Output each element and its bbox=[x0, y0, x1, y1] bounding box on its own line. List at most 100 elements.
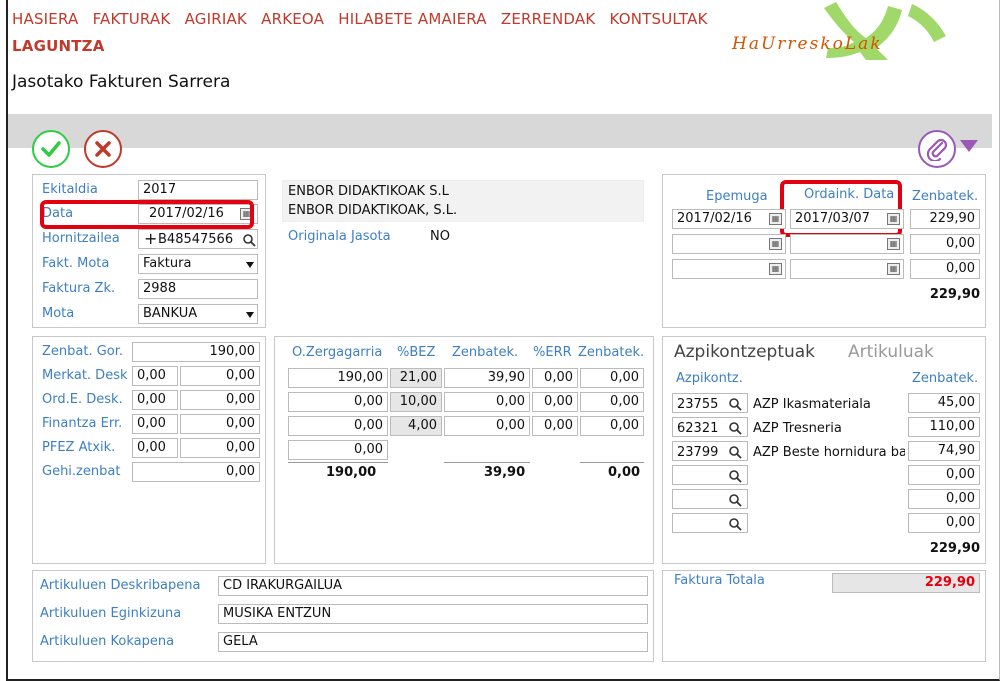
calendar-icon[interactable]: ▦ bbox=[769, 238, 782, 250]
menu-hasiera[interactable]: HASIERA bbox=[12, 10, 78, 28]
search-icon[interactable] bbox=[728, 397, 742, 411]
hornitzailea-value[interactable]: B48547566 bbox=[158, 232, 238, 247]
zenbatek-header: Zenbatek. bbox=[912, 371, 979, 386]
merkat-desk-pct[interactable]: 0,00 bbox=[132, 366, 178, 386]
artikuluen-kokapena-input[interactable]: GELA bbox=[218, 632, 648, 652]
ekitaldia-label: Ekitaldia bbox=[42, 182, 98, 197]
vat-base-4[interactable]: 0,00 bbox=[288, 440, 388, 460]
subconcept-amount[interactable]: 110,00 bbox=[908, 417, 980, 437]
vat-err-2[interactable]: 0,00 bbox=[532, 392, 578, 412]
pfez-atxik-pct[interactable]: 0,00 bbox=[132, 438, 178, 458]
ekitaldia-input[interactable]: 2017 bbox=[138, 180, 258, 200]
menu-laguntza[interactable]: LAGUNTZA bbox=[12, 37, 105, 55]
attach-button[interactable] bbox=[918, 130, 956, 168]
calendar-icon[interactable]: ▦ bbox=[887, 263, 900, 275]
calendar-icon[interactable]: ▦ bbox=[769, 213, 782, 225]
menu-agiriak[interactable]: AGIRIAK bbox=[185, 10, 247, 28]
gehi-zenbat-label: Gehi.zenbat bbox=[42, 464, 121, 479]
top-menu: HASIERA FAKTURAK AGIRIAK ARKEOA HILABETE… bbox=[12, 10, 718, 28]
subconcept-amount[interactable]: 0,00 bbox=[908, 513, 980, 533]
ord-e-desk-label: Ord.E. Desk. bbox=[42, 392, 123, 407]
vat-err-3[interactable]: 0,00 bbox=[532, 416, 578, 436]
menu-arkeoa[interactable]: ARKEOA bbox=[261, 10, 324, 28]
calendar-icon[interactable]: ▦ bbox=[769, 263, 782, 275]
menu-kontsultak[interactable]: KONTSULTAK bbox=[610, 10, 708, 28]
vat-amt-1[interactable]: 39,90 bbox=[444, 368, 530, 388]
menu-hilabete-amaiera[interactable]: HILABETE AMAIERA bbox=[338, 10, 486, 28]
merkat-desk-value[interactable]: 0,00 bbox=[180, 366, 260, 386]
attach-dropdown-caret[interactable] bbox=[960, 140, 978, 152]
finantza-err-pct[interactable]: 0,00 bbox=[132, 414, 178, 434]
vat-total-amt: 39,90 bbox=[484, 465, 526, 480]
fakt-mota-label: Fakt. Mota bbox=[42, 256, 110, 271]
chevron-down-icon bbox=[246, 262, 254, 268]
originala-value: NO bbox=[430, 229, 450, 244]
search-icon[interactable] bbox=[728, 493, 742, 507]
subconcept-amount[interactable]: 0,00 bbox=[908, 465, 980, 485]
calendar-icon[interactable]: ▦ bbox=[887, 238, 900, 250]
finantza-err-value[interactable]: 0,00 bbox=[180, 414, 260, 434]
search-icon[interactable] bbox=[728, 469, 742, 483]
err-header: %ERR bbox=[533, 345, 572, 360]
vat-amt-2[interactable]: 0,00 bbox=[444, 392, 530, 412]
vat-err-1[interactable]: 0,00 bbox=[532, 368, 578, 388]
confirm-button[interactable] bbox=[32, 130, 70, 168]
calendar-icon[interactable]: ▦ bbox=[887, 213, 900, 225]
vat-amt2-3[interactable]: 0,00 bbox=[580, 416, 644, 436]
cancel-button[interactable] bbox=[84, 130, 122, 168]
subconcept-code: 23755 bbox=[677, 397, 719, 412]
tab-azpikontzeptuak[interactable]: Azpikontzeptuak bbox=[674, 342, 815, 362]
subconcept-amount[interactable]: 45,00 bbox=[908, 393, 980, 413]
zenbatek-3[interactable]: 0,00 bbox=[910, 259, 980, 279]
vat-base-2[interactable]: 0,00 bbox=[288, 392, 388, 412]
search-icon[interactable] bbox=[728, 421, 742, 435]
hornitzailea-label: Hornitzailea bbox=[42, 231, 120, 246]
zenbat-gor-input[interactable]: 190,00 bbox=[132, 342, 260, 362]
faktura-zk-input[interactable]: 2988 bbox=[138, 279, 258, 299]
zenbatek-header: Zenbatek. bbox=[912, 189, 979, 204]
artikuluen-eginkizuna-label: Artikuluen Eginkizuna bbox=[40, 606, 182, 621]
ordaink-data-header: Ordaink. Data bbox=[804, 187, 895, 202]
zenbatek-2[interactable]: 0,00 bbox=[910, 234, 980, 254]
vat-base-1[interactable]: 190,00 bbox=[288, 368, 388, 388]
page-title: Jasotako Fakturen Sarrera bbox=[12, 72, 231, 92]
vat-base-3[interactable]: 0,00 bbox=[288, 416, 388, 436]
search-icon[interactable] bbox=[242, 233, 256, 247]
ord-e-desk-pct[interactable]: 0,00 bbox=[132, 390, 178, 410]
subconcept-code: 23799 bbox=[677, 445, 719, 460]
artikuluen-eginkizuna-input[interactable]: MUSIKA ENTZUN bbox=[218, 604, 648, 624]
vat-amt2-1[interactable]: 0,00 bbox=[580, 368, 644, 388]
menu-zerrendak[interactable]: ZERRENDAK bbox=[501, 10, 595, 28]
gehi-zenbat-input[interactable]: 0,00 bbox=[132, 462, 260, 482]
vat-amt2-2[interactable]: 0,00 bbox=[580, 392, 644, 412]
artikuluen-deskribapena-input[interactable]: CD IRAKURGAILUA bbox=[218, 576, 648, 596]
vat-amt-3[interactable]: 0,00 bbox=[444, 416, 530, 436]
mota-select[interactable]: BANKUA bbox=[138, 304, 258, 324]
chevron-down-icon bbox=[246, 312, 254, 318]
ozergagarria-header: O.Zergagarria bbox=[292, 345, 383, 360]
vat-bez-2[interactable]: 10,00 bbox=[390, 392, 442, 412]
fakt-mota-select[interactable]: Faktura bbox=[138, 254, 258, 274]
subconcept-desc: AZP Tresneria bbox=[753, 421, 842, 436]
zenbatek-1[interactable]: 229,90 bbox=[910, 209, 980, 229]
search-icon[interactable] bbox=[728, 445, 742, 459]
subconcept-amount[interactable]: 74,90 bbox=[908, 441, 980, 461]
ord-e-desk-value[interactable]: 0,00 bbox=[180, 390, 260, 410]
menu-fakturak[interactable]: FAKTURAK bbox=[93, 10, 171, 28]
bez-header: %BEZ bbox=[397, 345, 436, 360]
pfez-atxik-value[interactable]: 0,00 bbox=[180, 438, 260, 458]
due-total: 229,90 bbox=[929, 287, 980, 302]
vat-divider bbox=[444, 462, 530, 463]
add-supplier-icon[interactable]: + bbox=[144, 229, 157, 248]
azpikontz-header: Azpikontz. bbox=[676, 371, 743, 386]
vat-bez-1[interactable]: 21,00 bbox=[390, 368, 442, 388]
vat-bez-3[interactable]: 4,00 bbox=[390, 416, 442, 436]
check-icon bbox=[41, 141, 61, 157]
toolbar bbox=[8, 114, 992, 148]
zenbatek-header: Zenbatek. bbox=[452, 345, 519, 360]
subconcept-amount[interactable]: 0,00 bbox=[908, 489, 980, 509]
calendar-icon[interactable]: ▦ bbox=[240, 208, 253, 220]
tab-artikuluak[interactable]: Artikuluak bbox=[848, 342, 934, 362]
search-icon[interactable] bbox=[728, 517, 742, 531]
supplier-name-2: ENBOR DIDAKTIKOAK, S.L. bbox=[288, 203, 458, 218]
